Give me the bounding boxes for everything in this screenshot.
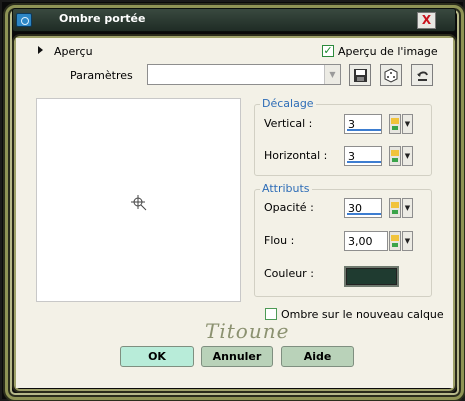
value-bar (347, 213, 381, 215)
vertical-label: Vertical : (264, 117, 313, 130)
opacity-input[interactable]: 30 (344, 198, 382, 218)
randomize-button[interactable] (380, 64, 402, 86)
horizontal-slider-button[interactable] (389, 146, 401, 166)
watermark-signature: Titoune (205, 319, 290, 343)
horizontal-label: Horizontal : (264, 149, 328, 162)
window-title: Ombre portée (59, 12, 146, 25)
cancel-button[interactable]: Annuler (201, 346, 273, 367)
blur-input[interactable]: 3,00 (344, 231, 388, 251)
blur-label: Flou : (264, 234, 295, 247)
reset-arrow-icon (417, 71, 428, 81)
help-button[interactable]: Aide (281, 346, 354, 367)
dice-icon (384, 68, 398, 83)
ok-button[interactable]: OK (120, 346, 194, 367)
opacity-slider-button[interactable] (389, 198, 401, 218)
vertical-slider-button[interactable] (389, 114, 401, 134)
attributes-group-title: Attributs (260, 182, 312, 195)
dialog-window: Ombre portée X Aperçu ✓ Aperçu de l'imag… (0, 0, 465, 401)
reset-button[interactable] (411, 64, 433, 86)
presets-dropdown[interactable]: ▼ (147, 64, 341, 85)
vertical-dropdown-button[interactable]: ▼ (402, 114, 413, 134)
blur-dropdown-button[interactable]: ▼ (402, 231, 413, 251)
app-icon (16, 13, 32, 27)
vertical-input[interactable]: 3 (344, 114, 382, 134)
presets-label: Paramètres (70, 69, 133, 82)
chevron-down-icon[interactable]: ▼ (324, 65, 340, 84)
shadow-new-layer-label[interactable]: Ombre sur le nouveau calque (281, 308, 444, 321)
offset-group-title: Décalage (260, 97, 316, 110)
image-preview-checkbox[interactable]: ✓ (322, 45, 334, 57)
horizontal-input[interactable]: 3 (344, 146, 382, 166)
opacity-dropdown-button[interactable]: ▼ (402, 198, 413, 218)
navigate-crosshair-icon[interactable] (130, 194, 148, 212)
value-bar (347, 161, 381, 163)
opacity-label: Opacité : (264, 201, 314, 214)
floppy-icon (354, 69, 367, 82)
preview-toggle-label[interactable]: Aperçu (54, 45, 93, 58)
image-preview-label[interactable]: Aperçu de l'image (338, 45, 438, 58)
horizontal-dropdown-button[interactable]: ▼ (402, 146, 413, 166)
shadow-color-swatch[interactable] (344, 266, 399, 287)
blur-value: 3,00 (348, 235, 373, 248)
value-bar (347, 129, 381, 131)
color-label: Couleur : (264, 267, 314, 280)
blur-slider-button[interactable] (389, 231, 401, 251)
save-preset-button[interactable] (349, 64, 371, 86)
close-button[interactable]: X (417, 12, 436, 29)
disclosure-triangle-icon[interactable] (38, 46, 43, 54)
